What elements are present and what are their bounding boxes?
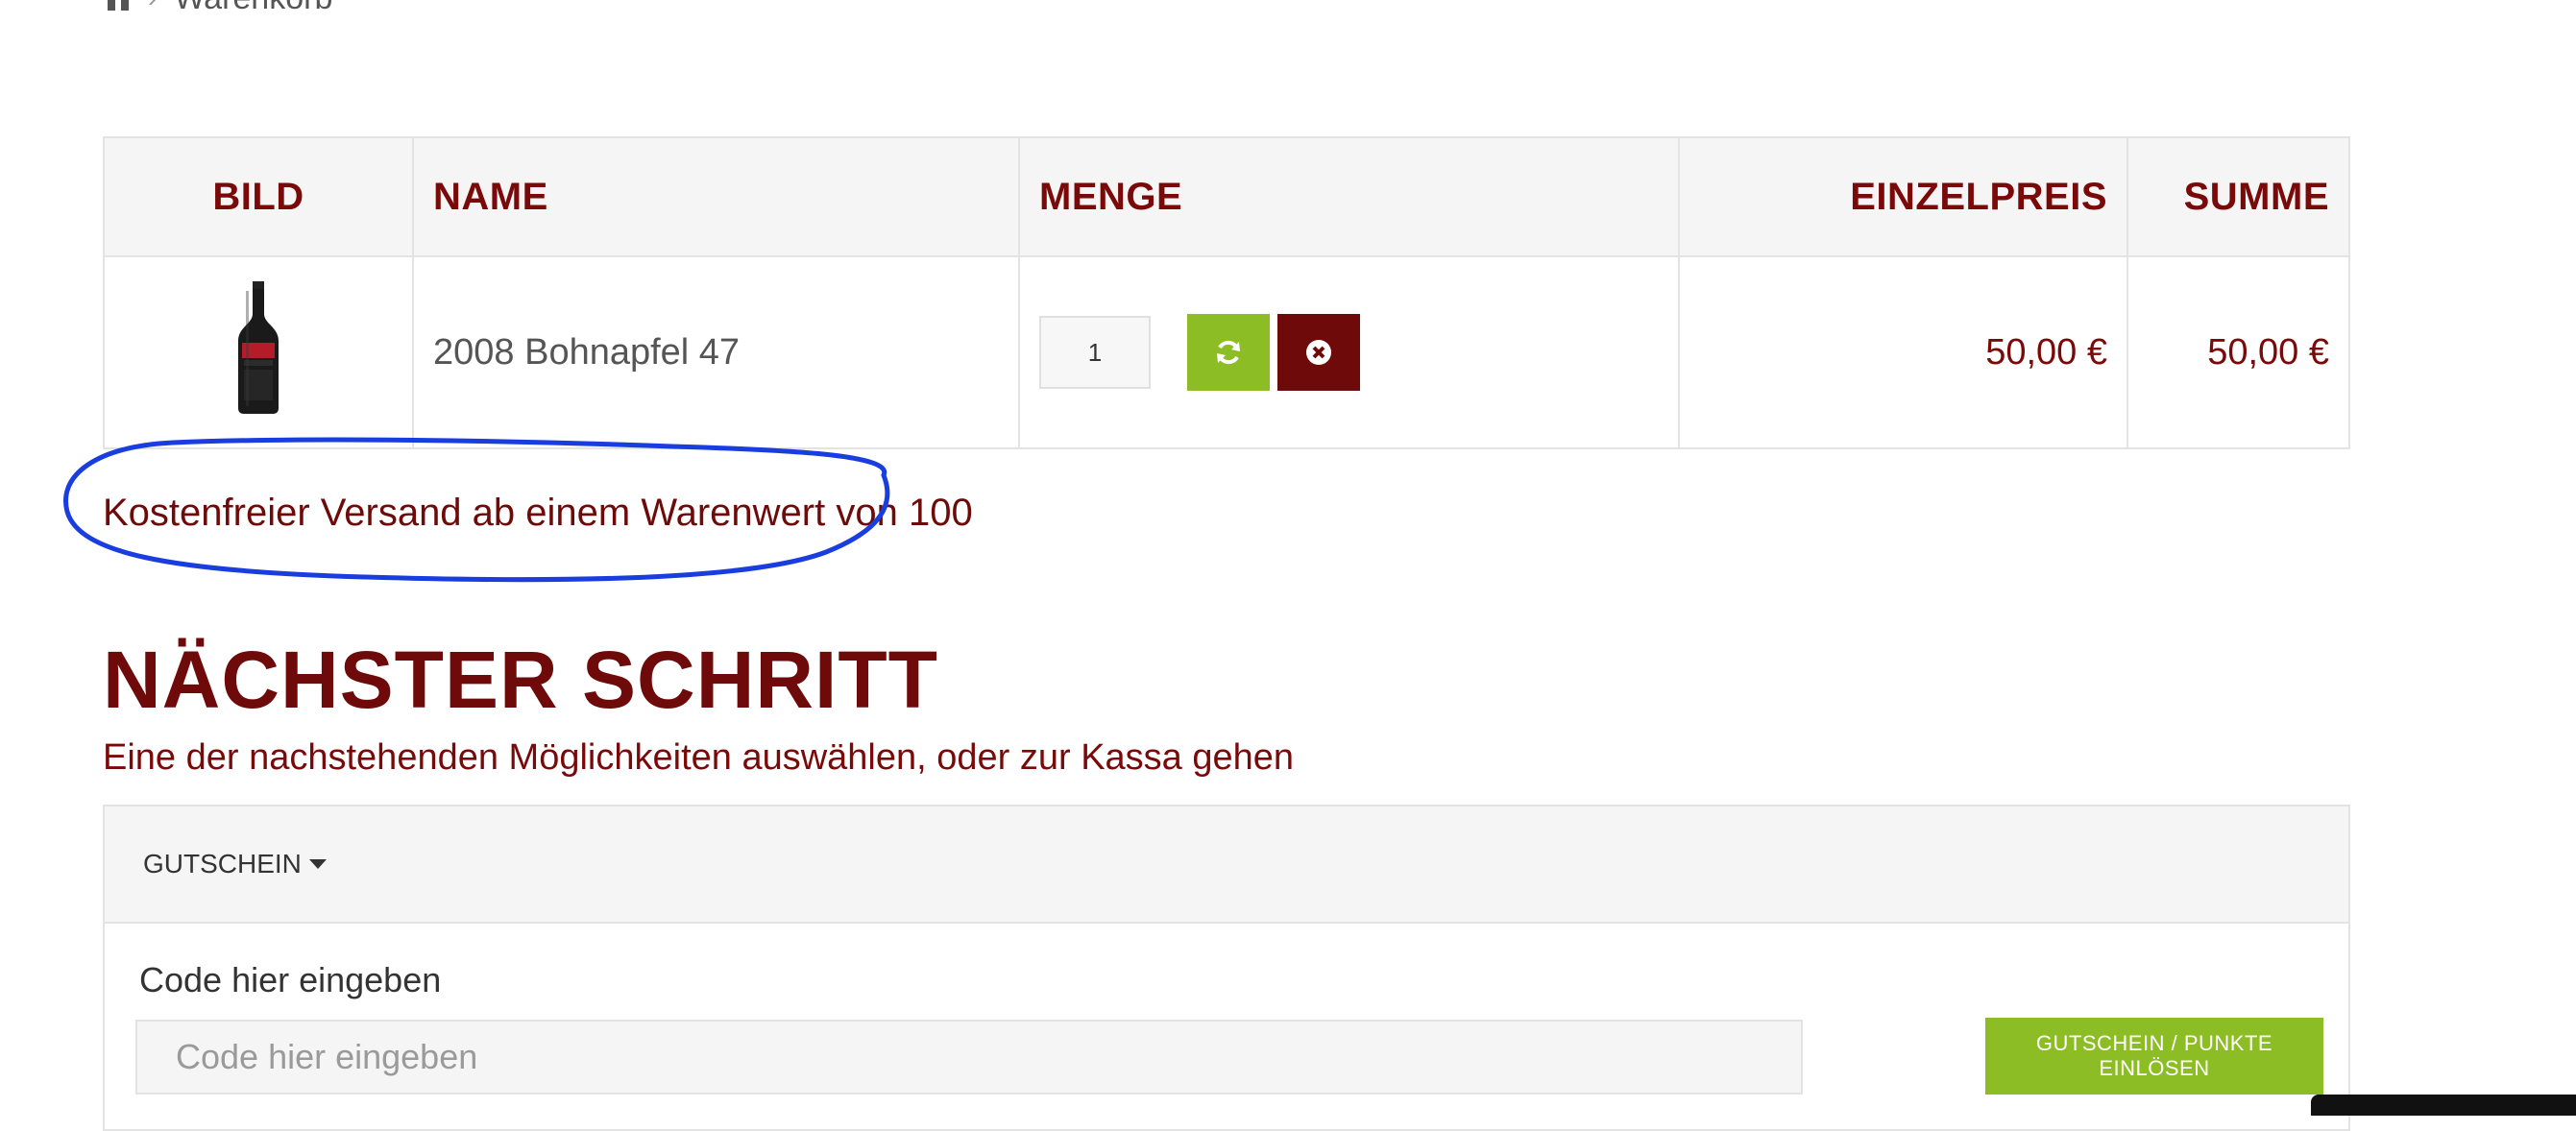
product-name-cell: 2008 Bohnapfel 47 [412, 255, 1020, 449]
next-step-subtitle: Eine der nachstehenden Möglichkeiten aus… [103, 737, 1295, 778]
unit-price-cell: 50,00 € [1678, 255, 2128, 449]
cart-table: BILD NAME MENGE EINZELPREIS SUMME 2008 B… [103, 136, 2350, 449]
header-einzelpreis: EINZELPREIS [1678, 136, 2128, 257]
wine-bottle-icon[interactable] [236, 281, 280, 414]
update-quantity-button[interactable] [1187, 314, 1270, 391]
header-menge: MENGE [1018, 136, 1680, 257]
header-name: NAME [412, 136, 1020, 257]
next-step-title: NÄCHSTER SCHRITT [103, 635, 938, 725]
quantity-controls [1039, 314, 1677, 391]
unit-price: 50,00 € [1985, 331, 2107, 373]
redeem-coupon-button[interactable]: GUTSCHEIN / PUNKTE EINLÖSEN [1985, 1018, 2323, 1095]
quantity-cell [1018, 255, 1680, 449]
product-image-cell [103, 255, 414, 449]
coupon-field-label: Code hier eingeben [139, 960, 442, 999]
header-bild: BILD [103, 136, 414, 257]
line-total: 50,00 € [2207, 331, 2329, 373]
caret-down-icon [308, 859, 327, 869]
header-summe: SUMME [2126, 136, 2350, 257]
quantity-input[interactable] [1039, 316, 1151, 389]
coupon-toggle[interactable]: GUTSCHEIN [105, 806, 2348, 924]
total-price-cell: 50,00 € [2126, 255, 2350, 449]
remove-icon [1306, 340, 1331, 365]
home-icon[interactable] [106, 0, 131, 11]
cart-header-row: BILD NAME MENGE EINZELPREIS SUMME [103, 136, 2350, 257]
breadcrumb-separator: › [148, 0, 157, 13]
coupon-code-input[interactable] [135, 1020, 1803, 1095]
product-name[interactable]: 2008 Bohnapfel 47 [433, 332, 740, 373]
free-shipping-note: Kostenfreier Versand ab einem Warenwert … [103, 492, 973, 534]
coupon-toggle-label: GUTSCHEIN [143, 849, 302, 878]
window-corner [2311, 1095, 2576, 1116]
coupon-panel: GUTSCHEIN Code hier eingeben GUTSCHEIN /… [103, 805, 2350, 1131]
table-row: 2008 Bohnapfel 47 1 50,00 € 50,00 € [103, 255, 2350, 449]
remove-item-button[interactable] [1277, 314, 1360, 391]
breadcrumb: › Warenkorb [106, 0, 332, 17]
breadcrumb-current: Warenkorb [174, 0, 332, 17]
refresh-icon [1217, 340, 1240, 365]
